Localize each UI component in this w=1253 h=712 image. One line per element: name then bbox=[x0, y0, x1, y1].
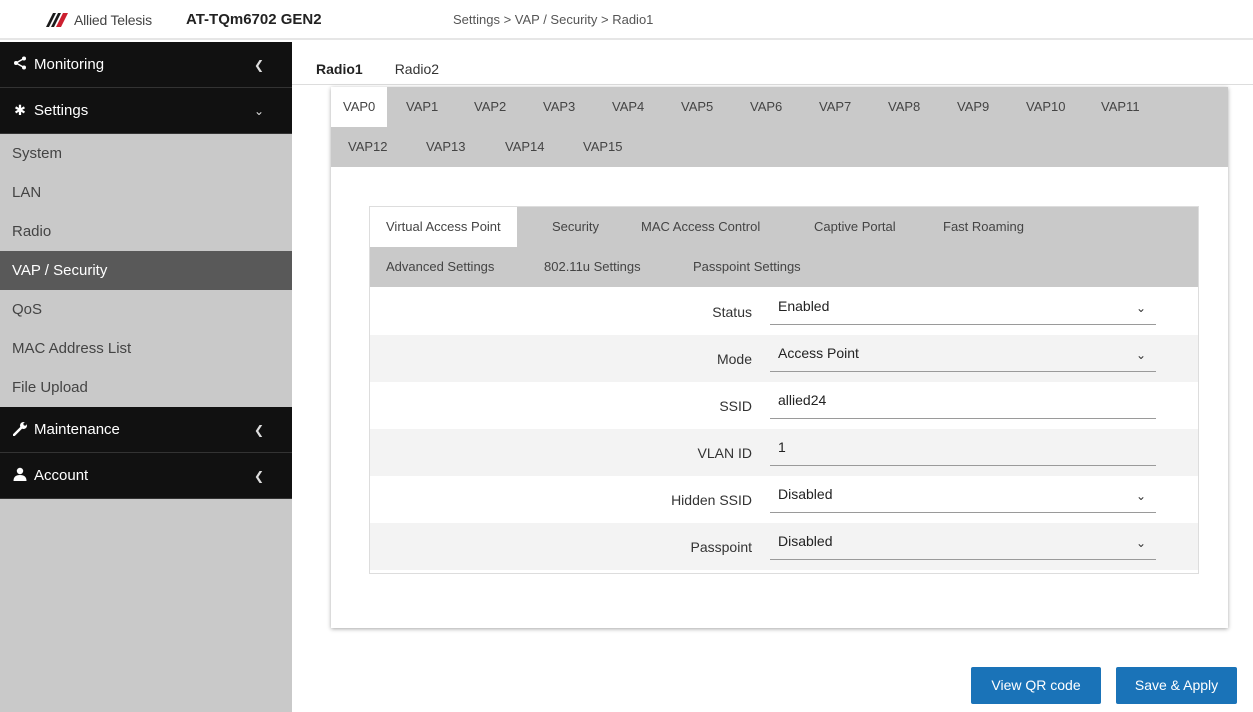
tab-security[interactable]: Security bbox=[536, 207, 615, 247]
passpoint-value: Disabled bbox=[778, 533, 833, 549]
sidebar-item-system[interactable]: System bbox=[0, 134, 292, 173]
ssid-label: SSID bbox=[719, 398, 752, 414]
tab-vap10[interactable]: VAP10 bbox=[1014, 87, 1078, 127]
user-icon bbox=[12, 467, 28, 484]
vlan-id-input[interactable]: 1 bbox=[770, 437, 1156, 466]
tab-vap5[interactable]: VAP5 bbox=[669, 87, 725, 127]
sidebar-item-file-upload[interactable]: File Upload bbox=[0, 368, 292, 407]
tab-vap4[interactable]: VAP4 bbox=[600, 87, 656, 127]
sidebar: Monitoring ❮ ✱ Settings ⌄ System LAN Rad… bbox=[0, 42, 292, 712]
allied-telesis-logo-icon bbox=[46, 13, 68, 27]
settings-tab-bar: Virtual Access Point Security MAC Access… bbox=[370, 207, 1198, 287]
vap-settings-panel: Virtual Access Point Security MAC Access… bbox=[369, 206, 1199, 574]
tab-vap12[interactable]: VAP12 bbox=[336, 127, 400, 167]
tab-vap3[interactable]: VAP3 bbox=[531, 87, 587, 127]
tab-radio1[interactable]: Radio1 bbox=[292, 55, 375, 85]
sidebar-group-account[interactable]: Account ❮ bbox=[0, 453, 292, 499]
sidebar-group-monitoring[interactable]: Monitoring ❮ bbox=[0, 42, 292, 88]
tab-vap1[interactable]: VAP1 bbox=[394, 87, 450, 127]
mode-label: Mode bbox=[716, 351, 752, 367]
tab-vap11[interactable]: VAP11 bbox=[1089, 87, 1152, 127]
form-row-passpoint: Passpoint Disabled ⌄ bbox=[370, 523, 1198, 570]
tab-vap14[interactable]: VAP14 bbox=[493, 127, 557, 167]
chevron-down-icon: ⌄ bbox=[1135, 536, 1146, 550]
tab-fast-roaming[interactable]: Fast Roaming bbox=[927, 207, 1040, 247]
tab-vap7[interactable]: VAP7 bbox=[807, 87, 863, 127]
save-apply-button[interactable]: Save & Apply bbox=[1116, 667, 1237, 704]
status-select[interactable]: Enabled ⌄ bbox=[770, 296, 1156, 325]
passpoint-label: Passpoint bbox=[690, 539, 752, 555]
sidebar-item-qos[interactable]: QoS bbox=[0, 290, 292, 329]
sidebar-group-settings[interactable]: ✱ Settings ⌄ bbox=[0, 88, 292, 134]
gear-icon: ✱ bbox=[14, 102, 26, 118]
tab-virtual-access-point[interactable]: Virtual Access Point bbox=[370, 207, 517, 247]
sidebar-group-label: Settings bbox=[34, 102, 89, 119]
form-row-hidden-ssid: Hidden SSID Disabled ⌄ bbox=[370, 476, 1198, 523]
chevron-down-icon: ⌄ bbox=[1135, 301, 1146, 315]
tab-passpoint-settings[interactable]: Passpoint Settings bbox=[677, 247, 817, 287]
chevron-left-icon: ❮ bbox=[253, 422, 264, 437]
wrench-icon bbox=[12, 421, 28, 439]
radio-tabs: Radio1 Radio2 bbox=[292, 55, 451, 85]
passpoint-select[interactable]: Disabled ⌄ bbox=[770, 531, 1156, 560]
vap-panel: VAP0 VAP1 VAP2 VAP3 VAP4 VAP5 VAP6 VAP7 … bbox=[331, 87, 1228, 628]
sidebar-item-vap-security[interactable]: VAP / Security bbox=[0, 251, 292, 290]
top-header: Allied Telesis AT-TQm6702 GEN2 Settings … bbox=[0, 0, 1253, 40]
tab-vap15[interactable]: VAP15 bbox=[571, 127, 635, 167]
tab-vap6[interactable]: VAP6 bbox=[738, 87, 794, 127]
hidden-ssid-label: Hidden SSID bbox=[671, 492, 752, 508]
status-label: Status bbox=[712, 304, 752, 320]
form-row-mode: Mode Access Point ⌄ bbox=[370, 335, 1198, 382]
chevron-down-icon: ⌄ bbox=[1135, 348, 1146, 362]
sidebar-group-maintenance[interactable]: Maintenance ❮ bbox=[0, 407, 292, 453]
sidebar-item-lan[interactable]: LAN bbox=[0, 173, 292, 212]
form-row-status: Status Enabled ⌄ bbox=[370, 288, 1198, 335]
tab-vap0[interactable]: VAP0 bbox=[331, 87, 388, 127]
sidebar-group-label: Account bbox=[34, 467, 89, 484]
tab-vap9[interactable]: VAP9 bbox=[945, 87, 1001, 127]
divider bbox=[292, 84, 1253, 85]
product-name: AT-TQm6702 GEN2 bbox=[186, 11, 322, 28]
hidden-ssid-value: Disabled bbox=[778, 486, 833, 502]
mode-value: Access Point bbox=[778, 345, 859, 361]
tab-80211u-settings[interactable]: 802.11u Settings bbox=[528, 247, 657, 287]
tab-vap2[interactable]: VAP2 bbox=[462, 87, 518, 127]
vap-tab-bar: VAP0 VAP1 VAP2 VAP3 VAP4 VAP5 VAP6 VAP7 … bbox=[331, 87, 1228, 167]
tab-vap8[interactable]: VAP8 bbox=[876, 87, 932, 127]
status-value: Enabled bbox=[778, 298, 830, 314]
sidebar-item-radio[interactable]: Radio bbox=[0, 212, 292, 251]
tab-vap13[interactable]: VAP13 bbox=[414, 127, 478, 167]
form-row-ssid: SSID allied24 bbox=[370, 382, 1198, 429]
chevron-down-icon: ⌄ bbox=[253, 103, 264, 118]
brand-logo[interactable]: Allied Telesis bbox=[46, 12, 152, 28]
share-icon bbox=[12, 56, 28, 73]
view-qr-code-button[interactable]: View QR code bbox=[971, 667, 1101, 704]
tab-radio2[interactable]: Radio2 bbox=[375, 55, 451, 85]
vlan-id-label: VLAN ID bbox=[697, 445, 752, 461]
mode-select[interactable]: Access Point ⌄ bbox=[770, 343, 1156, 372]
tab-captive-portal[interactable]: Captive Portal bbox=[798, 207, 912, 247]
chevron-down-icon: ⌄ bbox=[1135, 489, 1146, 503]
form-row-vlan-id: VLAN ID 1 bbox=[370, 429, 1198, 476]
sidebar-item-mac-address-list[interactable]: MAC Address List bbox=[0, 329, 292, 368]
breadcrumb: Settings > VAP / Security > Radio1 bbox=[453, 12, 654, 27]
brand-name: Allied Telesis bbox=[74, 12, 152, 28]
tab-mac-access-control[interactable]: MAC Access Control bbox=[625, 207, 776, 247]
ssid-input[interactable]: allied24 bbox=[770, 390, 1156, 419]
sidebar-group-label: Maintenance bbox=[34, 421, 120, 438]
hidden-ssid-select[interactable]: Disabled ⌄ bbox=[770, 484, 1156, 513]
tab-advanced-settings[interactable]: Advanced Settings bbox=[370, 247, 510, 287]
chevron-left-icon: ❮ bbox=[253, 57, 264, 72]
chevron-left-icon: ❮ bbox=[253, 468, 264, 483]
sidebar-group-label: Monitoring bbox=[34, 56, 105, 73]
